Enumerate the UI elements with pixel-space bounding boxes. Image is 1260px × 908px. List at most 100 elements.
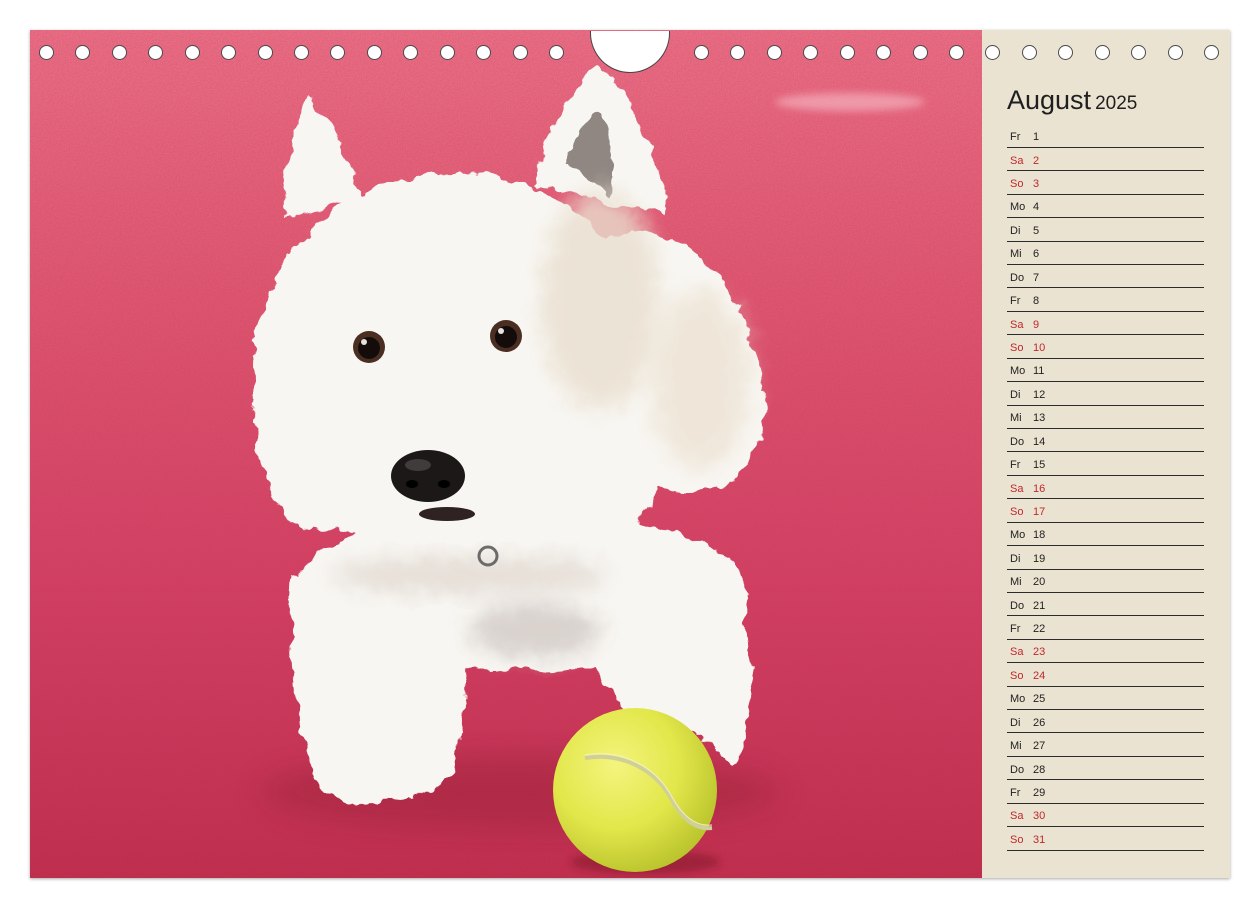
day-number: 25 xyxy=(1033,693,1046,706)
day-number: 16 xyxy=(1033,482,1046,495)
binding-hole xyxy=(1021,45,1037,60)
day-number: 9 xyxy=(1033,318,1040,331)
weekday-label: Sa xyxy=(1010,810,1024,823)
weekday-label: So xyxy=(1010,833,1024,846)
weekday-label: Di xyxy=(1010,224,1021,237)
month-title: August 2025 xyxy=(1007,84,1137,121)
weekday-label: Mo xyxy=(1010,693,1026,706)
weekday-label: Do xyxy=(1010,435,1025,448)
day-number: 6 xyxy=(1033,248,1040,261)
day-row: Fr 1 xyxy=(1007,125,1204,148)
day-number: 31 xyxy=(1033,833,1046,846)
day-number: 23 xyxy=(1033,646,1046,659)
binding-hole xyxy=(1094,45,1110,60)
weekday-label: Mo xyxy=(1010,365,1026,378)
binding-hole xyxy=(257,45,273,60)
weekday-label: Mi xyxy=(1010,412,1022,425)
day-row: Mo 4 xyxy=(1007,195,1204,219)
dog-photo xyxy=(30,30,982,878)
day-row: Di 19 xyxy=(1007,546,1204,570)
day-number: 17 xyxy=(1033,505,1046,518)
day-row: Di 26 xyxy=(1007,710,1204,734)
weekday-label: So xyxy=(1010,505,1024,518)
day-number: 2 xyxy=(1033,154,1040,167)
weekday-label: Do xyxy=(1010,763,1025,776)
weekday-label: Sa xyxy=(1010,154,1024,167)
day-row: So 17 xyxy=(1007,499,1204,523)
tennis-ball xyxy=(553,708,717,872)
day-number: 22 xyxy=(1033,623,1046,636)
binding-hole xyxy=(912,45,928,60)
day-number: 12 xyxy=(1033,388,1046,401)
dog-beard xyxy=(340,437,570,573)
day-row: Fr 22 xyxy=(1007,616,1204,640)
day-number: 20 xyxy=(1033,576,1046,589)
day-number: 18 xyxy=(1033,529,1046,542)
binding-hole xyxy=(1204,45,1220,60)
day-row: So 3 xyxy=(1007,171,1204,195)
day-number: 15 xyxy=(1033,459,1046,472)
day-row: Mo 18 xyxy=(1007,523,1204,547)
weekday-label: So xyxy=(1010,178,1024,191)
weekday-label: So xyxy=(1010,669,1024,682)
dog-right-eye xyxy=(490,320,522,352)
weekday-label: Fr xyxy=(1010,787,1021,800)
binding-hole xyxy=(512,45,528,60)
weekday-label: Mo xyxy=(1010,201,1026,214)
weekday-label: Fr xyxy=(1010,623,1021,636)
day-row: Mo 11 xyxy=(1007,359,1204,383)
binding-hole xyxy=(184,45,200,60)
day-row: Fr 8 xyxy=(1007,288,1204,312)
day-number: 26 xyxy=(1033,716,1046,729)
binding-hole xyxy=(549,45,565,60)
weekday-label: Di xyxy=(1010,552,1021,565)
binding-hole xyxy=(39,45,54,60)
weekday-label: Mi xyxy=(1010,248,1022,261)
month-name: August xyxy=(1007,85,1092,115)
weekday-label: Fr xyxy=(1010,459,1021,472)
binding-hole xyxy=(294,45,309,60)
day-number: 24 xyxy=(1033,669,1046,682)
day-number: 11 xyxy=(1033,365,1045,378)
day-number: 19 xyxy=(1033,552,1046,565)
binding-hole xyxy=(839,45,855,60)
day-number: 27 xyxy=(1033,740,1046,753)
day-row: Fr 15 xyxy=(1007,452,1204,476)
dog-chest-shading xyxy=(330,555,610,595)
weekday-label: Fr xyxy=(1010,131,1021,144)
binding-hole xyxy=(366,45,382,60)
day-row: Sa 30 xyxy=(1007,804,1204,828)
day-row: Mi 13 xyxy=(1007,406,1204,429)
day-row: So 31 xyxy=(1007,827,1204,851)
day-number: 30 xyxy=(1033,810,1046,823)
dog-left-eye xyxy=(353,331,385,363)
binding-hole xyxy=(111,45,127,60)
day-number: 10 xyxy=(1033,342,1046,354)
weekday-label: Mi xyxy=(1010,740,1022,753)
day-number: 29 xyxy=(1033,787,1046,800)
weekday-label: Fr xyxy=(1010,295,1021,308)
weekday-label: Do xyxy=(1010,271,1025,284)
weekday-label: Di xyxy=(1010,388,1021,401)
day-row: Mo 25 xyxy=(1007,687,1204,711)
day-number: 28 xyxy=(1033,763,1046,776)
day-row: Sa 23 xyxy=(1007,640,1204,664)
day-number: 13 xyxy=(1033,412,1046,425)
weekday-label: Sa xyxy=(1010,318,1024,331)
binding-hole xyxy=(694,45,709,60)
weekday-label: Mo xyxy=(1010,529,1026,542)
day-row: Sa 9 xyxy=(1007,312,1204,336)
dog-back-shading xyxy=(650,290,750,470)
binding-hole xyxy=(1167,45,1183,60)
day-row: Mi 6 xyxy=(1007,242,1204,266)
weekday-label: Do xyxy=(1010,599,1025,612)
day-number: 21 xyxy=(1033,599,1046,612)
day-row: Di 12 xyxy=(1007,382,1204,406)
dog-head-shading xyxy=(540,190,660,410)
day-row: So 24 xyxy=(1007,663,1204,687)
binding-hole xyxy=(766,45,782,60)
day-row: Do 28 xyxy=(1007,757,1204,781)
dog-mouth xyxy=(419,507,475,521)
day-number: 7 xyxy=(1033,271,1040,284)
day-row: So 10 xyxy=(1007,335,1204,359)
